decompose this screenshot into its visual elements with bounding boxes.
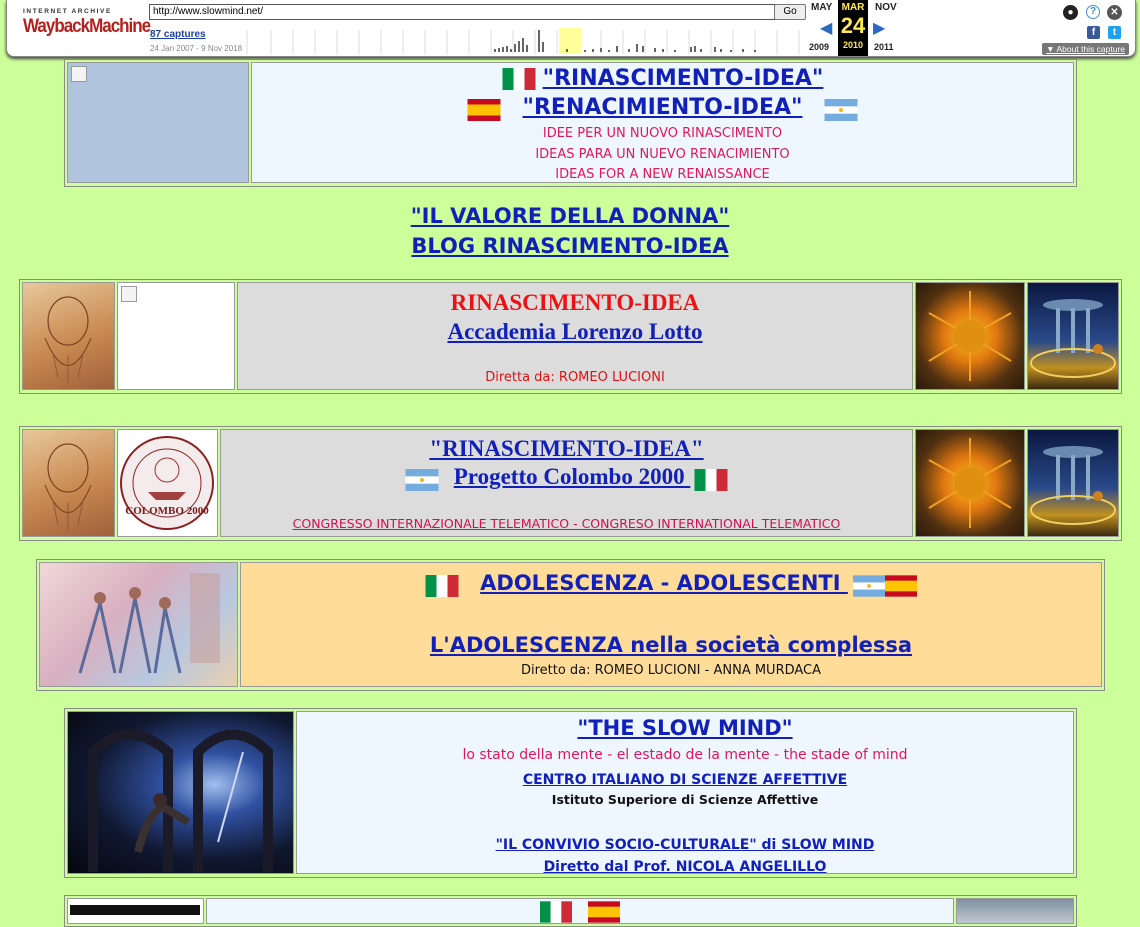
spain-flag-icon [467, 98, 501, 121]
partial-image-left [67, 898, 204, 924]
slowmind-text-cell: "THE SLOW MIND" lo stato della mente - e… [296, 711, 1074, 875]
italy-flag-icon [540, 901, 572, 923]
adolescenza-director: Diretto da: ROMEO LUCIONI - ANNA MURDACA [520, 663, 822, 678]
italy-flag-icon [502, 68, 536, 90]
row-colombo: COLOMBO 2000 "RINASCIMENTO-IDEA" Progett… [19, 426, 1122, 541]
banner-line-english: IDEAS FOR A NEW RENAISSANCE [555, 167, 770, 182]
current-day: 24 [840, 13, 866, 38]
italy-flag-icon [425, 574, 459, 597]
adolescents-painting-image [39, 562, 238, 687]
about-capture-link[interactable]: ▼ About this capture [1042, 43, 1129, 55]
leonardo-portrait-image [22, 282, 115, 390]
row-slowmind: "THE SLOW MIND" lo stato della mente - e… [64, 708, 1077, 878]
temple-vision-image [1027, 282, 1119, 390]
next-year[interactable]: 2011 [874, 42, 894, 52]
accademia-link[interactable]: Accademia Lorenzo Lotto [447, 319, 702, 344]
help-icon[interactable]: ? [1086, 5, 1100, 19]
temple-vision-image [1027, 429, 1119, 537]
user-icon[interactable]: ● [1063, 5, 1078, 20]
adolescenza-societa-link[interactable]: L'ADOLESCENZA nella società complessa [430, 633, 912, 657]
argentina-flag-icon [405, 468, 439, 491]
accademia-title: RINASCIMENTO-IDEA [450, 290, 700, 315]
wayback-toolbar: INTERNET ARCHIVE WaybackMachine http://w… [6, 0, 1136, 57]
slow-mind-painting-image [67, 711, 294, 874]
current-year: 2010 [842, 40, 864, 50]
seal-label: COLOMBO 2000 [125, 505, 209, 517]
prev-month[interactable]: MAY [811, 2, 832, 13]
center-links: "IL VALORE DELLA DONNA" [0, 204, 1140, 228]
row-accademia: RINASCIMENTO-IDEA Accademia Lorenzo Lott… [19, 279, 1122, 394]
banner-rinascimento: "RINASCIMENTO-IDEA" "RENACIMIENTO-IDEA" … [64, 59, 1077, 187]
next-capture-arrow-icon[interactable]: ▶ [873, 18, 885, 38]
capture-sparkline[interactable] [245, 24, 803, 54]
go-button[interactable]: Go [774, 4, 806, 20]
progetto-colombo-link[interactable]: Progetto Colombo 2000 [454, 464, 691, 489]
captures-link[interactable]: 87 captures [150, 29, 206, 40]
banner-line-spanish: IDEAS PARA UN NUEVO RENACIMIENTO [535, 147, 790, 162]
adolescenza-link[interactable]: ADOLESCENZA - ADOLESCENTI [480, 571, 848, 595]
partial-text-cell [206, 898, 954, 924]
row-partial [64, 895, 1077, 927]
colombo-seal-image: COLOMBO 2000 [117, 429, 218, 537]
next-month[interactable]: NOV [875, 2, 897, 13]
colombo-title-link[interactable]: "RINASCIMENTO-IDEA" [429, 436, 703, 461]
adolescenza-text-cell: ADOLESCENZA - ADOLESCENTI L'ADOLESCENZA … [240, 562, 1102, 687]
wayback-logo-text: WaybackMachine [23, 14, 151, 37]
renacimiento-idea-link[interactable]: "RENACIMIENTO-IDEA" [523, 95, 803, 120]
leonardo-portrait-image [22, 429, 115, 537]
istituto-label: Istituto Superiore di Scienze Affettive [551, 792, 819, 807]
partial-image-right [956, 898, 1074, 924]
broken-image-icon [121, 286, 137, 302]
prev-capture-arrow-icon[interactable]: ◀ [820, 18, 832, 38]
colombo-text-cell: "RINASCIMENTO-IDEA" Progetto Colombo 200… [220, 429, 913, 537]
accademia-image-broken [117, 282, 235, 390]
current-capture-date: MAR 24 2010 [838, 0, 868, 56]
close-icon[interactable]: ✕ [1107, 5, 1122, 20]
spain-flag-icon [588, 901, 620, 923]
banner-text-cell: "RINASCIMENTO-IDEA" "RENACIMIENTO-IDEA" … [251, 62, 1074, 183]
argentina-flag-icon [852, 574, 885, 597]
row-adolescenza: ADOLESCENZA - ADOLESCENTI L'ADOLESCENZA … [36, 559, 1105, 691]
spain-flag-icon [884, 574, 917, 597]
about-capture-label: About this capture [1056, 44, 1125, 54]
angelillo-link[interactable]: Diretto dal Prof. NICOLA ANGELILLO [544, 859, 827, 875]
prev-year[interactable]: 2009 [809, 42, 829, 52]
convivio-link[interactable]: "IL CONVIVIO SOCIO-CULTURALE" di SLOW MI… [496, 837, 875, 853]
url-input[interactable]: http://www.slowmind.net/ [149, 4, 775, 20]
valore-donna-link[interactable]: "IL VALORE DELLA DONNA" [411, 204, 730, 228]
twitter-icon[interactable]: t [1108, 26, 1121, 39]
sun-emblem-image [915, 282, 1025, 390]
broken-image-icon [71, 66, 87, 82]
slowmind-subtitle: lo stato della mente - el estado de la m… [462, 747, 908, 763]
rinascimento-idea-link[interactable]: "RINASCIMENTO-IDEA" [543, 66, 824, 91]
accademia-text-cell: RINASCIMENTO-IDEA Accademia Lorenzo Lott… [237, 282, 913, 390]
centro-italiano-link[interactable]: CENTRO ITALIANO DI SCIENZE AFFETTIVE [523, 772, 847, 788]
congress-link[interactable]: CONGRESSO INTERNAZIONALE TELEMATICO - CO… [221, 516, 912, 531]
capture-calendar: MAY NOV ◀ ▶ 2009 2011 MAR 24 2010 [807, 0, 907, 56]
slow-mind-link[interactable]: "THE SLOW MIND" [577, 716, 792, 740]
sun-emblem-image [915, 429, 1025, 537]
accademia-director: Diretta da: ROMEO LUCIONI [485, 370, 665, 385]
current-month: MAR [841, 2, 865, 13]
banner-line-italian: IDEE PER UN NUOVO RINASCIMENTO [542, 126, 783, 141]
wayback-logo[interactable]: INTERNET ARCHIVE WaybackMachine [23, 8, 151, 37]
facebook-icon[interactable]: f [1087, 26, 1100, 39]
blog-link[interactable]: BLOG RINASCIMENTO-IDEA [411, 234, 728, 258]
italy-flag-icon [694, 468, 728, 491]
capture-range: 24 Jan 2007 - 9 Nov 2018 [150, 44, 243, 53]
argentina-flag-icon [824, 98, 858, 121]
banner-image-broken [67, 62, 249, 183]
